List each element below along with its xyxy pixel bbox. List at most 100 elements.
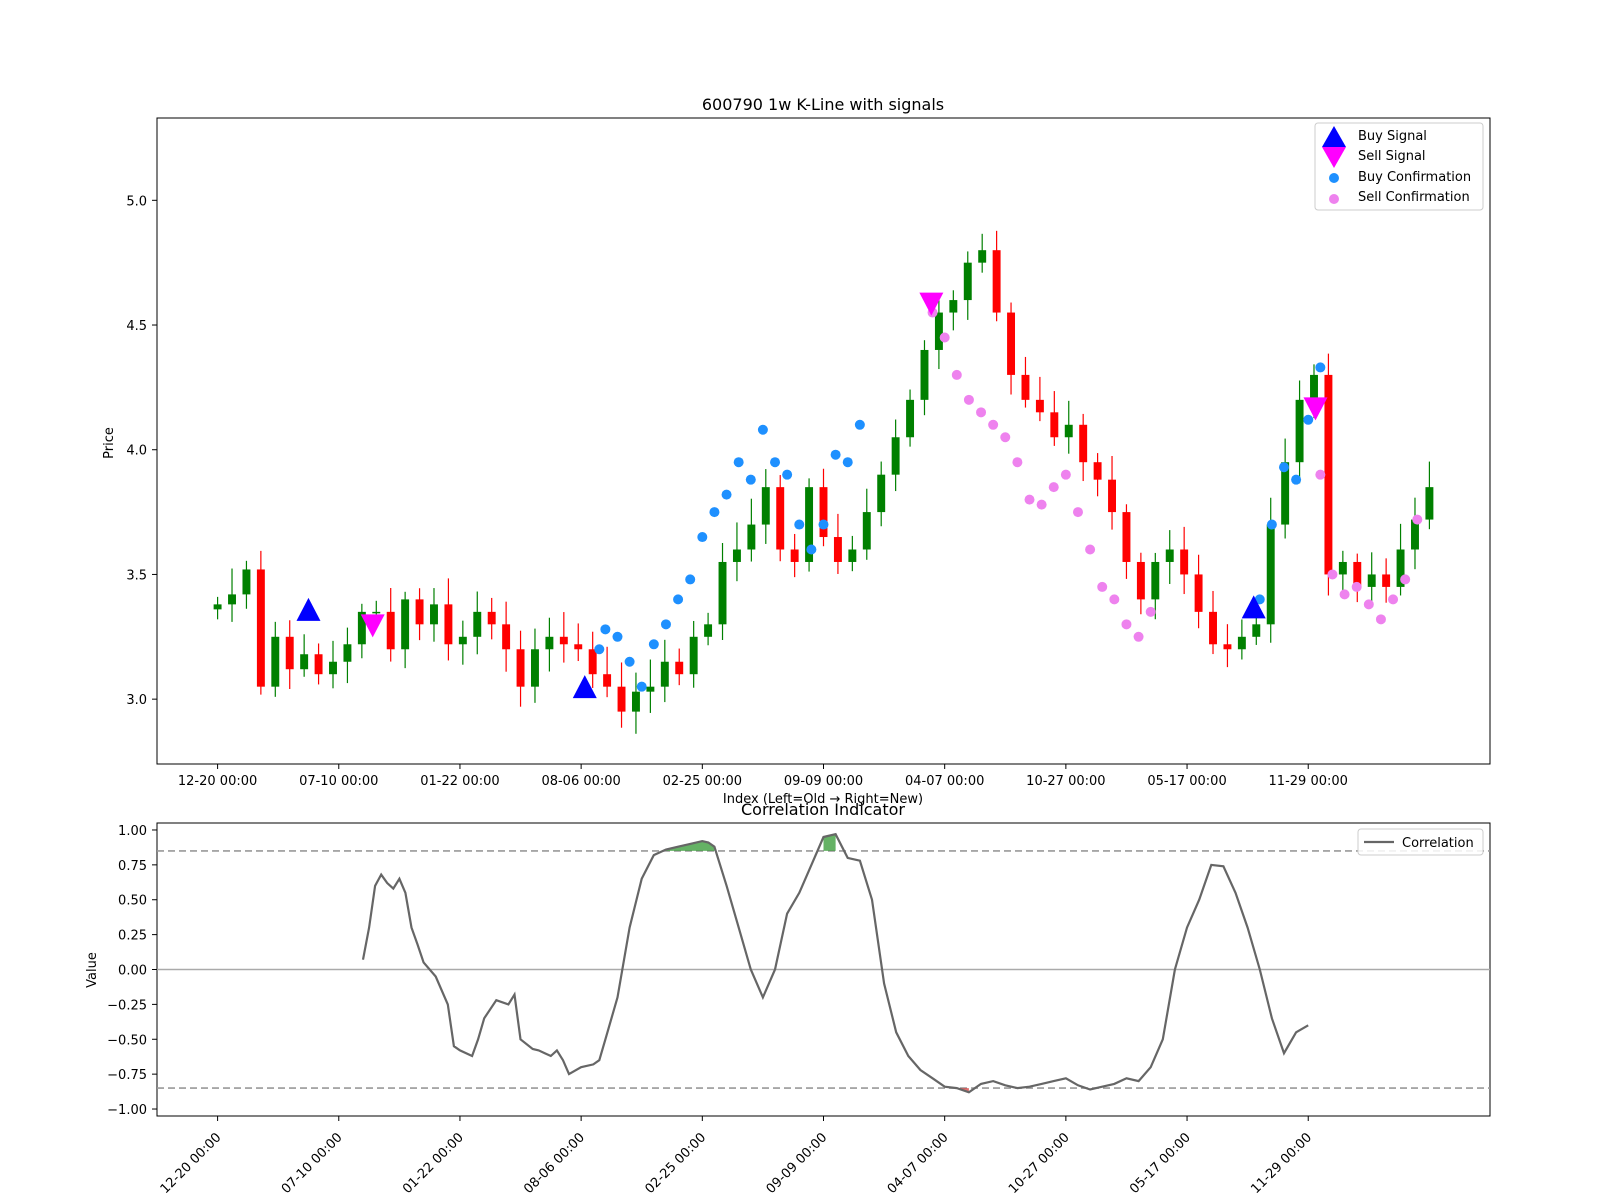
kline-ytick-label: 4.5 (126, 319, 147, 334)
kline-xtick-label: 08-06 00:00 (541, 774, 620, 789)
candle-body (646, 686, 655, 692)
kline-ylabel: Price (102, 427, 117, 459)
candle-body (877, 474, 886, 513)
candle-body (906, 399, 915, 438)
candle-body (430, 604, 438, 625)
kline-xtick-label: 10-27 00:00 (1026, 774, 1105, 789)
candle-body (1223, 644, 1232, 650)
candle-body (718, 561, 727, 625)
sell-confirmation-point (1085, 544, 1096, 555)
sell-confirmation-point (1097, 581, 1108, 592)
sell-confirmation-point (1060, 469, 1071, 480)
buy-confirmation-point (794, 519, 805, 530)
legend-buy-signal: Buy Signal (1358, 129, 1427, 144)
kline-ytick-label: 4.0 (126, 444, 147, 459)
candle-body (256, 569, 265, 687)
sell-confirmation-point (1036, 499, 1047, 510)
buy-confirmation-point (1315, 362, 1326, 373)
sell-confirmation-point (951, 369, 962, 380)
candle-body (1136, 561, 1145, 600)
buy-confirmation-point (697, 532, 708, 543)
buy-confirmation-point (709, 507, 720, 518)
sell-confirmation-point (1363, 599, 1374, 610)
candle-body (704, 624, 713, 637)
kline-legend: Buy Signal Sell Signal Buy Confirmation … (1314, 122, 1484, 211)
sell-confirmation-legend-icon (1329, 194, 1339, 204)
candle-body (1237, 636, 1246, 650)
buy-confirmation-point (600, 624, 611, 635)
correlation-x-axis: 12-20 00:00 07-10 00:00 01-22 00:00 08-06 0… (158, 1116, 1315, 1197)
sell-confirmation-point (963, 394, 974, 405)
buy-confirmation-point (745, 474, 756, 485)
sell-confirmation-point (976, 407, 987, 418)
candle-body (1310, 374, 1318, 400)
correlation-xtick-label: 05-17 00:00 (1127, 1130, 1194, 1197)
correlation-ytick-label: −0.50 (107, 1033, 147, 1048)
correlation-ytick-label: −0.75 (107, 1068, 147, 1083)
buy-confirmation-point (770, 457, 781, 468)
candle-body (1050, 412, 1059, 438)
kline-panel: 600790 1w K-Line with signals 3.0 3.5 4.0 4… (102, 95, 1491, 807)
buy-confirmation-point (1278, 462, 1289, 473)
correlation-xtick-label: 10-27 00:00 (1006, 1130, 1073, 1197)
kline-ytick-label: 3.5 (126, 568, 147, 583)
candle-body (372, 611, 381, 614)
correlation-xtick-label: 11-29 00:00 (1248, 1130, 1315, 1197)
buy-confirmation-point (1291, 474, 1302, 485)
candle-body (1064, 424, 1073, 438)
candle-body (776, 487, 785, 550)
candle-body (1194, 574, 1203, 612)
correlation-ylabel: Value (85, 952, 100, 988)
buy-confirmation-point (685, 574, 696, 585)
buy-confirmation-point (1266, 519, 1277, 530)
buy-confirmation-point (636, 681, 647, 692)
candle-body (1151, 561, 1160, 600)
candle-body (660, 661, 669, 687)
kline-xtick-label: 05-17 00:00 (1147, 774, 1226, 789)
candle-body (848, 549, 857, 562)
correlation-legend: Correlation (1357, 828, 1484, 856)
sell-confirmation-point (1024, 494, 1035, 505)
sell-confirmation-point (1400, 574, 1411, 585)
sell-confirmation-point (1375, 614, 1386, 625)
buy-confirmation-point (818, 519, 829, 530)
candle-body (458, 636, 467, 645)
buy-confirmation-point (594, 644, 605, 655)
correlation-y-axis: 1.00 0.75 0.50 0.25 0.00 −0.25 −0.50 −0.75 −1.00 (107, 824, 157, 1118)
candle-body (963, 262, 972, 301)
buy-confirmation-point (624, 656, 635, 667)
candle-body (242, 569, 251, 595)
correlation-xtick-label: 02-25 00:00 (642, 1130, 709, 1197)
sell-confirmation-point (988, 419, 999, 430)
kline-ytick-label: 5.0 (126, 194, 147, 209)
sell-confirmation-point (1145, 606, 1156, 617)
legend-correlation: Correlation (1402, 836, 1474, 851)
buy-confirmation-point (782, 469, 793, 480)
candle-body (891, 437, 900, 475)
sell-confirmation-point (1327, 569, 1338, 580)
buy-confirmation-point (612, 631, 623, 642)
correlation-ytick-label: 0.50 (118, 894, 147, 909)
kline-ytick-label: 3.0 (126, 693, 147, 708)
candle-body (531, 649, 539, 687)
candle-body (833, 537, 842, 562)
candle-body (516, 649, 525, 687)
candle-body (732, 549, 741, 562)
candle-body (747, 524, 756, 550)
buy-confirmation-legend-icon (1329, 173, 1339, 183)
candle-body (1093, 462, 1102, 480)
legend-buy-confirmation: Buy Confirmation (1358, 170, 1471, 185)
correlation-ytick-label: 0.00 (118, 964, 147, 979)
candle-body (415, 599, 424, 625)
candle-body (300, 654, 309, 670)
buy-confirmation-point (648, 639, 659, 650)
correlation-ytick-label: 0.75 (118, 859, 147, 874)
buy-confirmation-point (733, 457, 744, 468)
candle-body (1108, 479, 1116, 513)
candle-body (228, 594, 236, 605)
correlation-xtick-label: 08-06 00:00 (521, 1130, 588, 1197)
sell-signal-marker (919, 292, 944, 316)
sell-confirmation-point (1109, 594, 1120, 605)
candle-body (473, 611, 482, 637)
correlation-ytick-label: 1.00 (118, 824, 147, 839)
